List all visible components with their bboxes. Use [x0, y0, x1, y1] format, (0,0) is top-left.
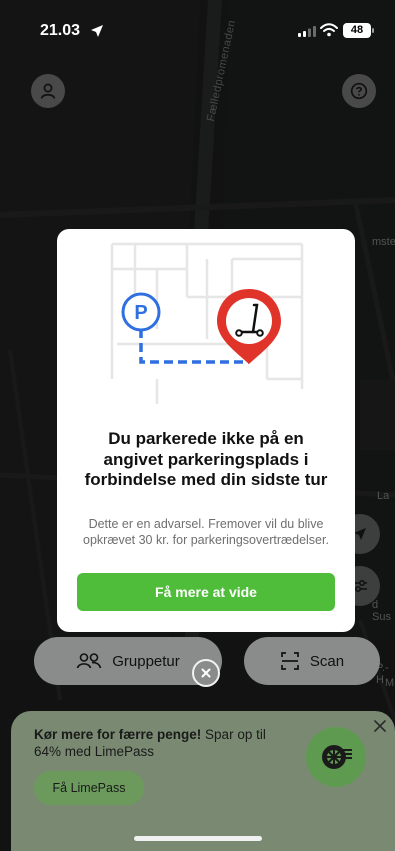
limepass-headline: Kør mere for færre penge! Spar op til 64…	[34, 726, 284, 760]
home-indicator[interactable]	[134, 836, 262, 841]
status-time: 21.03	[40, 22, 81, 39]
close-icon	[201, 668, 211, 678]
limepass-promo-card: Kør mere for færre penge! Spar op til 64…	[11, 711, 395, 851]
parking-illustration: P	[110, 242, 304, 404]
battery-cap	[372, 28, 374, 33]
modal-body: Dette er en advarsel. Fremover vil du bl…	[83, 517, 329, 547]
get-limepass-button[interactable]: Få LimePass	[34, 771, 144, 805]
scan-button[interactable]: Scan	[244, 637, 380, 685]
signal-icon	[298, 26, 316, 37]
parking-warning-modal: P Du parkerede ikke på en angivet parker…	[57, 229, 355, 632]
battery-level: 48	[343, 23, 371, 38]
scan-label: Scan	[309, 652, 345, 670]
modal-title: Du parkerede ikke på en angivet parkerin…	[84, 429, 328, 489]
group-icon	[76, 653, 102, 669]
status-bar: 21.03 48	[0, 0, 395, 54]
close-icon[interactable]	[373, 719, 387, 733]
scan-icon	[281, 652, 299, 670]
close-modal-button[interactable]	[192, 659, 220, 687]
learn-more-button[interactable]: Få mere at vide	[77, 573, 335, 611]
location-arrow-icon	[91, 25, 103, 37]
wifi-icon	[320, 23, 338, 37]
wheel-icon	[322, 745, 352, 769]
group-ride-label: Gruppetur	[112, 652, 180, 670]
app-screen: Fælledpromenaden msted La d Sus P.-H M	[0, 0, 395, 851]
parking-sign-letter: P	[134, 302, 147, 324]
limepass-badge	[306, 727, 366, 787]
limepass-headline-bold: Kør mere for færre penge!	[34, 727, 202, 742]
